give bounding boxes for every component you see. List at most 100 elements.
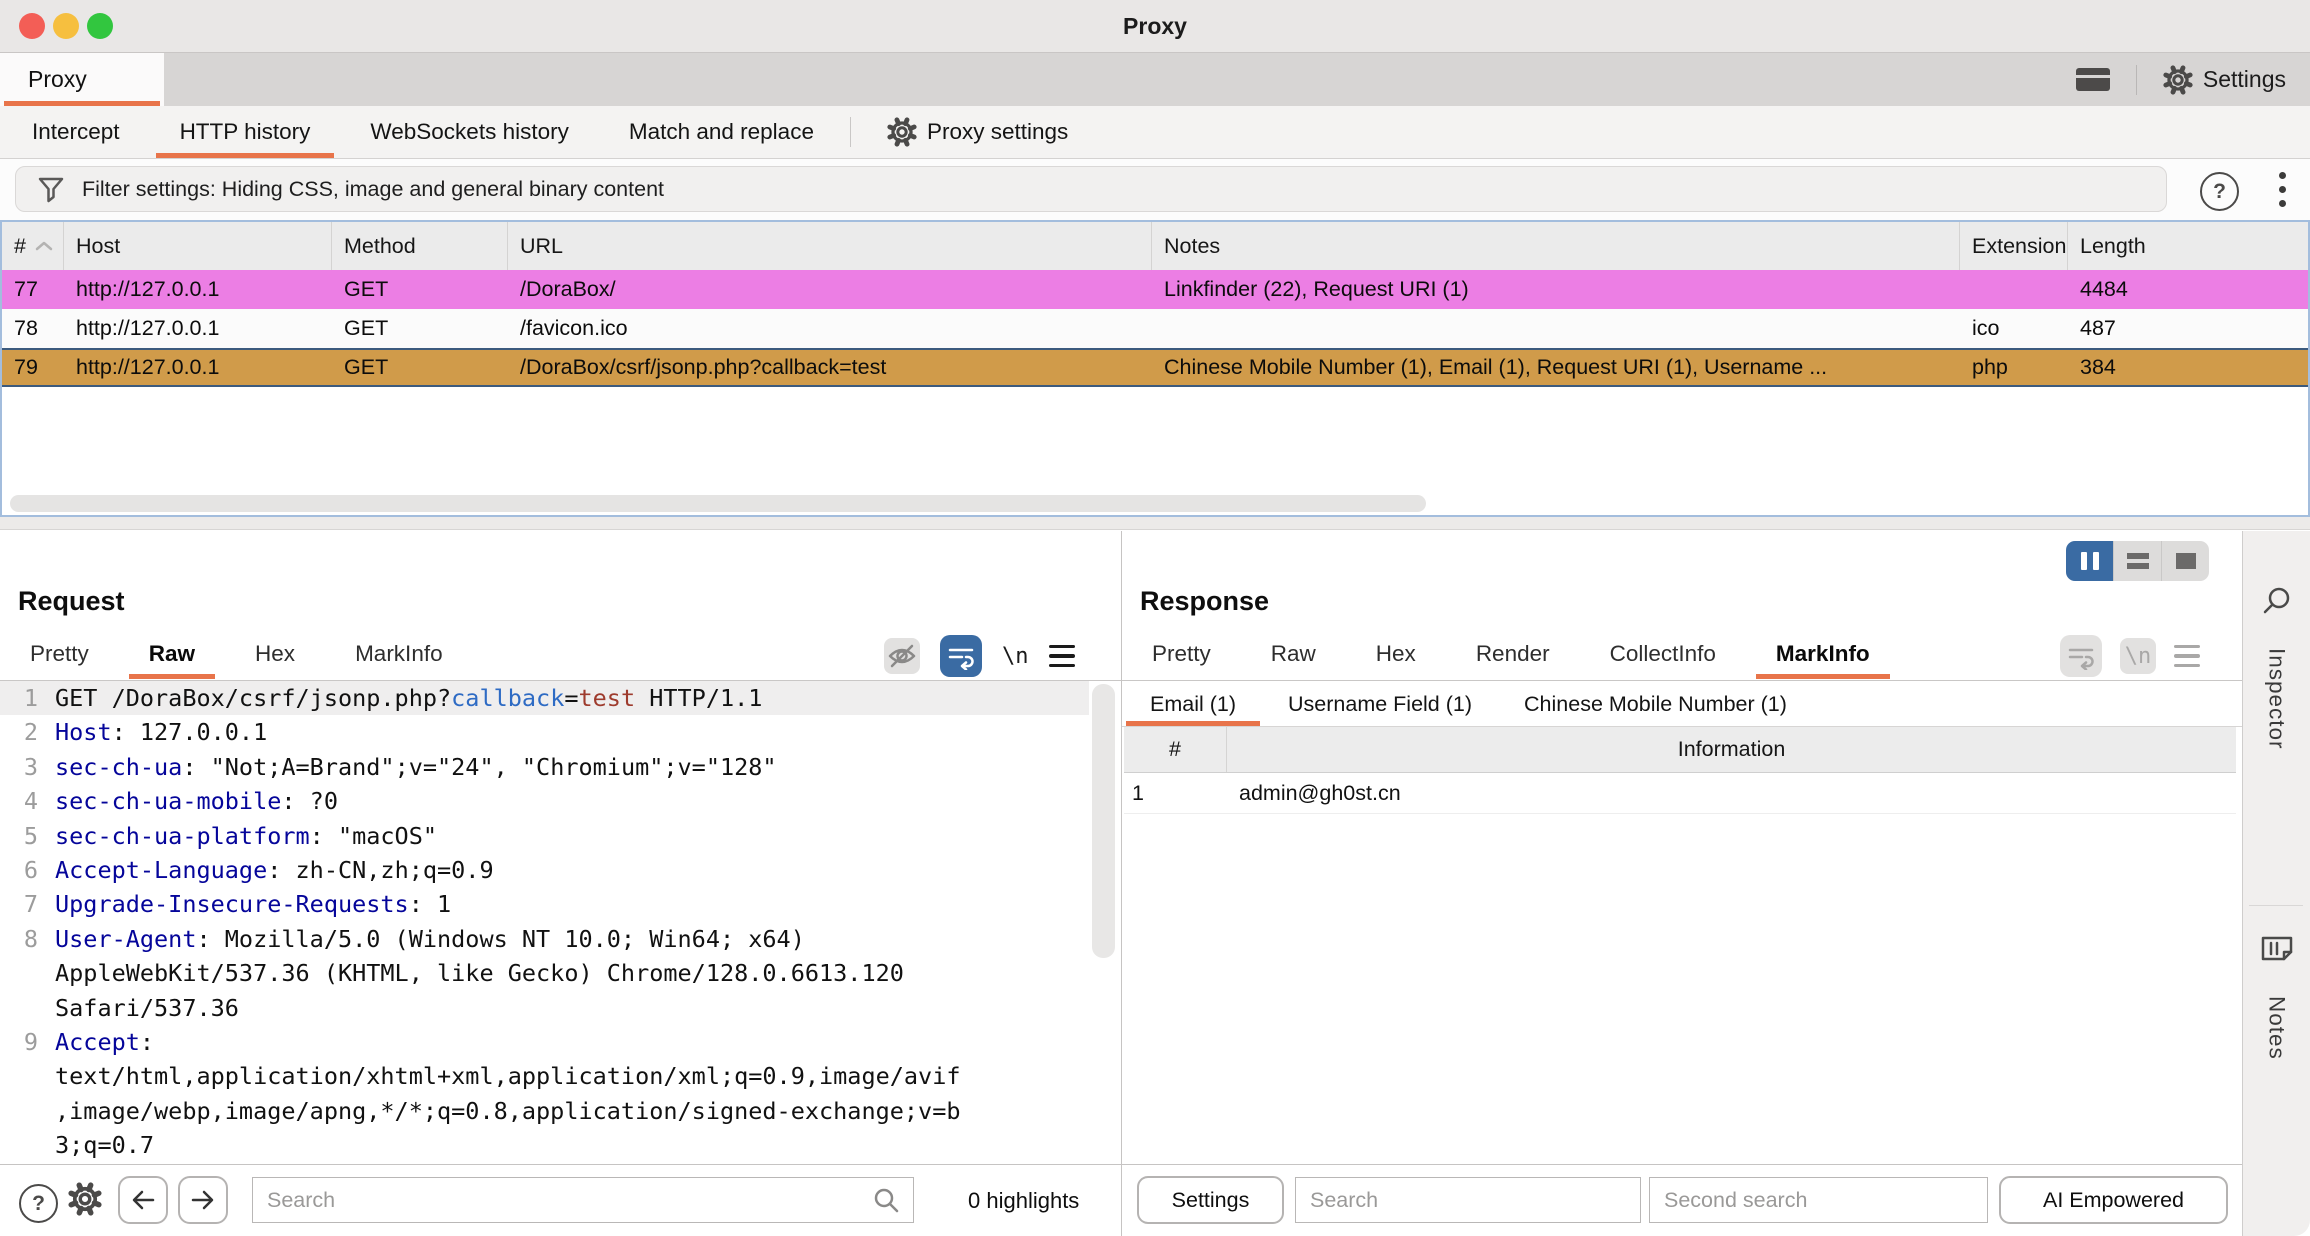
stop-button[interactable] (2162, 541, 2209, 581)
subtab-proxy-settings[interactable]: Proxy settings (857, 106, 1098, 158)
subtab-label: HTTP history (179, 119, 311, 144)
search-settings-icon[interactable] (68, 1182, 102, 1216)
more-options-icon[interactable] (2262, 168, 2302, 210)
pause-button[interactable] (2066, 541, 2114, 581)
column-header-extension[interactable]: Extension (1960, 222, 2068, 270)
response-tabs: Pretty Raw Hex Render CollectInfo MarkInfo (1122, 631, 1900, 679)
tab-proxy[interactable]: Proxy (0, 53, 164, 106)
response-tab-raw[interactable]: Raw (1241, 631, 1346, 677)
word-wrap-toggle[interactable] (940, 635, 982, 677)
response-tab-pretty[interactable]: Pretty (1122, 631, 1241, 677)
request-line-5: 5 sec-ch-ua-platform: "macOS" (0, 819, 1089, 853)
info-row-value: admin@gh0st.cn (1239, 780, 1401, 805)
request-raw-editor[interactable]: 1 GET /DoraBox/csrf/jsonp.php?callback=te… (0, 681, 1089, 1163)
history-table-header[interactable]: # Host Method URL Notes Extension Length (2, 222, 2308, 270)
request-tab-raw[interactable]: Raw (119, 631, 225, 679)
window-title: Proxy (1123, 12, 1187, 39)
history-row-78[interactable]: 78 http://127.0.0.1 GET/favicon.ico ico 487 (2, 309, 2308, 348)
gear-icon (887, 117, 917, 147)
column-header-host[interactable]: Host (64, 222, 332, 270)
tab-label: Raw (148, 641, 196, 666)
highlights-count: 0 highlights (968, 1188, 1080, 1213)
response-tab-hex[interactable]: Hex (1346, 631, 1446, 677)
column-header-method[interactable]: Method (332, 222, 508, 270)
sidebar-tab-inspector[interactable]: Inspector (2243, 583, 2310, 750)
response-tab-collectinfo[interactable]: CollectInfo (1580, 631, 1746, 677)
cell: 78 (14, 316, 38, 340)
response-tab-render[interactable]: Render (1446, 631, 1580, 677)
response-second-search-input[interactable] (1650, 1187, 1987, 1213)
active-tab-underline (155, 153, 335, 158)
response-search-input[interactable] (1296, 1187, 1640, 1213)
column-header-notes[interactable]: Notes (1152, 222, 1960, 270)
tab-proxy-label: Proxy (28, 66, 87, 92)
cell: 384 (2080, 355, 2116, 379)
horizontal-scrollbar[interactable] (10, 495, 1426, 512)
word-wrap-toggle-disabled[interactable] (2060, 635, 2102, 677)
request-tabs: Pretty Raw Hex MarkInfo (0, 631, 473, 679)
editor-menu-icon[interactable] (2174, 644, 2200, 668)
cell: /DoraBox/ (520, 277, 616, 301)
next-match-button[interactable] (178, 1176, 228, 1224)
column-header-num[interactable]: # (2, 222, 64, 270)
intercept-state-buttons (2066, 541, 2209, 581)
request-scrollbar[interactable] (1092, 684, 1115, 958)
line-number: 6 (23, 855, 38, 884)
markinfo-tab-email1[interactable]: Email (1) (1124, 682, 1262, 726)
history-row-79-selected[interactable]: 79 http://127.0.0.1 GET/DoraBox/csrf/jsonp… (2, 348, 2308, 387)
subtab-intercept[interactable]: Intercept (2, 106, 150, 158)
editor-menu-icon[interactable] (1048, 644, 1075, 668)
request-search-input[interactable] (253, 1187, 871, 1213)
splitter[interactable] (0, 517, 2310, 530)
response-tab-markinfo[interactable]: MarkInfo (1746, 631, 1900, 679)
request-tab-pretty[interactable]: Pretty (0, 631, 119, 677)
search-help-icon[interactable]: ? (19, 1184, 58, 1223)
window-layout-icon[interactable] (2075, 68, 2110, 91)
filter-settings-bar[interactable]: Filter settings: Hiding CSS, image and g… (15, 166, 2167, 212)
request-search-bar: ? 0 highlights (0, 1164, 1121, 1236)
cell (1152, 309, 1960, 348)
subtab-websockets-history[interactable]: WebSockets history (340, 106, 598, 158)
history-table-body: 77 http://127.0.0.1 GET/DoraBox/Linkfinder… (2, 270, 2308, 387)
settings-button[interactable]: Settings (2163, 64, 2286, 95)
request-tab-hex[interactable]: Hex (225, 631, 325, 677)
show-newlines-toggle-disabled[interactable]: \n (2120, 638, 2156, 674)
layout-rows-button[interactable] (2114, 541, 2162, 581)
markinfo-tab-usernamefield1[interactable]: Username Field (1) (1262, 682, 1498, 726)
cell: Linkfinder (22), Request URI (1) (1164, 277, 1469, 301)
column-header-length[interactable]: Length (2068, 222, 2308, 270)
cell: http://127.0.0.1 (76, 277, 220, 301)
tab-label: CollectInfo (1609, 641, 1716, 666)
settings-label: Settings (2202, 66, 2286, 92)
main-tab-strip: Proxy Settings (0, 53, 2310, 106)
line-number: 8 (23, 924, 38, 953)
info-row-1[interactable]: 1 admin@gh0st.cn (1124, 773, 2236, 814)
markinfo-settings-button[interactable]: Settings (1137, 1176, 1284, 1224)
markinfo-tab-chinesemobilenumber1[interactable]: Chinese Mobile Number (1) (1498, 682, 1813, 726)
request-line-8: 8 User-Agent: Mozilla/5.0 (Windows NT 10.… (0, 922, 1089, 956)
history-row-77[interactable]: 77 http://127.0.0.1 GET/DoraBox/Linkfinder… (2, 270, 2308, 309)
ai-empowered-button[interactable]: AI Empowered (1999, 1176, 2228, 1224)
sidebar-tab-notes[interactable]: Notes (2243, 931, 2310, 1060)
tab-label: Email (1) (1150, 691, 1237, 716)
show-newlines-toggle[interactable]: \n (1002, 644, 1029, 669)
column-header-url[interactable]: URL (508, 222, 1152, 270)
line-number (0, 1128, 38, 1162)
info-col-number: # (1124, 727, 1227, 772)
cell: http://127.0.0.1 (76, 316, 220, 340)
subtab-match-and-replace[interactable]: Match and replace (599, 106, 844, 158)
http-history-table: # Host Method URL Notes Extension Length 77 htt… (0, 220, 2310, 517)
line-number (0, 991, 38, 1025)
cell: 79 (14, 355, 38, 379)
hide-icon[interactable] (884, 638, 920, 674)
help-icon[interactable]: ? (2200, 172, 2239, 211)
request-line-wrap: 3;q=0.7 (0, 1128, 1089, 1162)
cell: Chinese Mobile Number (1), Email (1), Re… (1164, 355, 1828, 379)
line-number: 4 (23, 787, 38, 816)
subtab-http-history[interactable]: HTTP history (150, 106, 341, 158)
request-tab-markinfo[interactable]: MarkInfo (325, 631, 473, 677)
cell: php (1972, 355, 2008, 379)
subtab-label: Match and replace (628, 119, 814, 144)
prev-match-button[interactable] (118, 1176, 168, 1224)
cell: http://127.0.0.1 (76, 355, 220, 379)
